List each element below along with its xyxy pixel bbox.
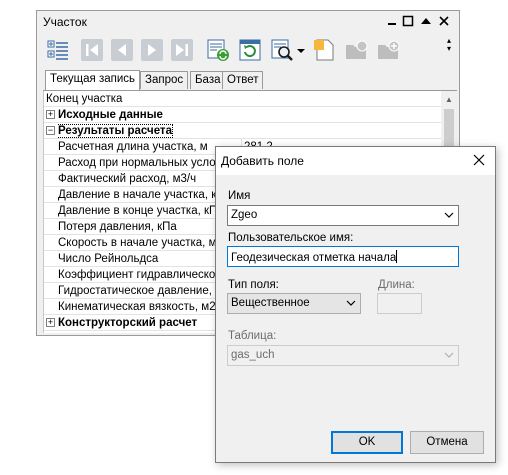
find-icon[interactable]	[269, 37, 295, 63]
dialog-title-bar: Добавить поле	[216, 147, 495, 175]
new-record-icon[interactable]	[311, 37, 337, 63]
table-select[interactable]: gas_uch	[227, 345, 459, 366]
close-icon[interactable]	[471, 151, 487, 169]
user-name-value: Геодезическая отметка начала	[231, 252, 397, 264]
expand-icon[interactable]: +	[46, 110, 55, 119]
toolbar-overflow-icon[interactable]: ▴ ▾	[447, 37, 453, 63]
minimize-icon[interactable]	[385, 14, 399, 28]
close-icon[interactable]	[437, 14, 451, 28]
collapse-icon[interactable]: −	[46, 126, 55, 135]
panel-toolbar: ▴ ▾	[43, 35, 453, 67]
dialog-title: Добавить поле	[221, 154, 304, 168]
chevron-down-icon	[443, 348, 455, 362]
field-type-label: Тип поля:	[228, 279, 279, 291]
refresh-icon[interactable]	[237, 37, 263, 63]
maximize-icon[interactable]	[401, 14, 415, 28]
dropdown-icon[interactable]	[295, 37, 307, 63]
expand-icon[interactable]: +	[46, 318, 55, 327]
prev-record-icon[interactable]	[109, 37, 135, 63]
next-record-icon[interactable]	[139, 37, 165, 63]
tab-current-record[interactable]: Текущая запись	[45, 70, 141, 90]
table-row[interactable]: − Результаты расчета	[44, 123, 442, 139]
table-label: Таблица:	[228, 330, 277, 342]
panel-title-bar: Участок	[37, 11, 459, 33]
user-name-label: Пользовательское имя:	[228, 232, 354, 244]
length-input[interactable]	[377, 293, 422, 314]
user-name-input[interactable]: Геодезическая отметка начала	[227, 246, 459, 267]
tab-answer[interactable]: Ответ	[222, 71, 264, 89]
name-label: Имя	[228, 190, 251, 202]
field-type-select[interactable]: Вещественное	[227, 293, 361, 314]
tab-query[interactable]: Запрос	[140, 71, 189, 89]
field-type-value: Вещественное	[231, 297, 310, 309]
panel-tabs: Текущая запись Запрос База Ответ	[43, 70, 457, 91]
add-field-dialog: Добавить поле Имя Zgeo Пользовательское …	[215, 146, 496, 463]
row-name: Конец участка	[46, 93, 123, 105]
name-value: Zgeo	[231, 209, 258, 221]
row-name: Исходные данные	[58, 109, 163, 121]
chevron-down-icon[interactable]	[345, 296, 357, 310]
add-record-icon[interactable]	[375, 37, 401, 63]
scroll-up-icon[interactable]: ▲	[441, 93, 457, 107]
table-row[interactable]: Конец участка	[44, 91, 442, 107]
tree-view-icon[interactable]	[45, 37, 71, 63]
length-label: Длина:	[378, 279, 415, 291]
collapse-up-icon[interactable]	[419, 14, 433, 28]
edit-record-icon[interactable]	[343, 37, 369, 63]
sync-icon[interactable]	[205, 37, 231, 63]
chevron-down-icon[interactable]	[443, 208, 455, 222]
name-combobox[interactable]: Zgeo	[227, 205, 459, 226]
last-record-icon[interactable]	[169, 37, 195, 63]
ok-button[interactable]: OK	[331, 431, 403, 454]
tab-base[interactable]: База	[190, 71, 226, 89]
table-row[interactable]: + Исходные данные	[44, 107, 442, 123]
row-name: Результаты расчета	[58, 124, 173, 138]
first-record-icon[interactable]	[79, 37, 105, 63]
cancel-button[interactable]: Отмена	[410, 431, 484, 454]
table-value: gas_uch	[231, 349, 275, 361]
panel-title: Участок	[43, 15, 87, 29]
